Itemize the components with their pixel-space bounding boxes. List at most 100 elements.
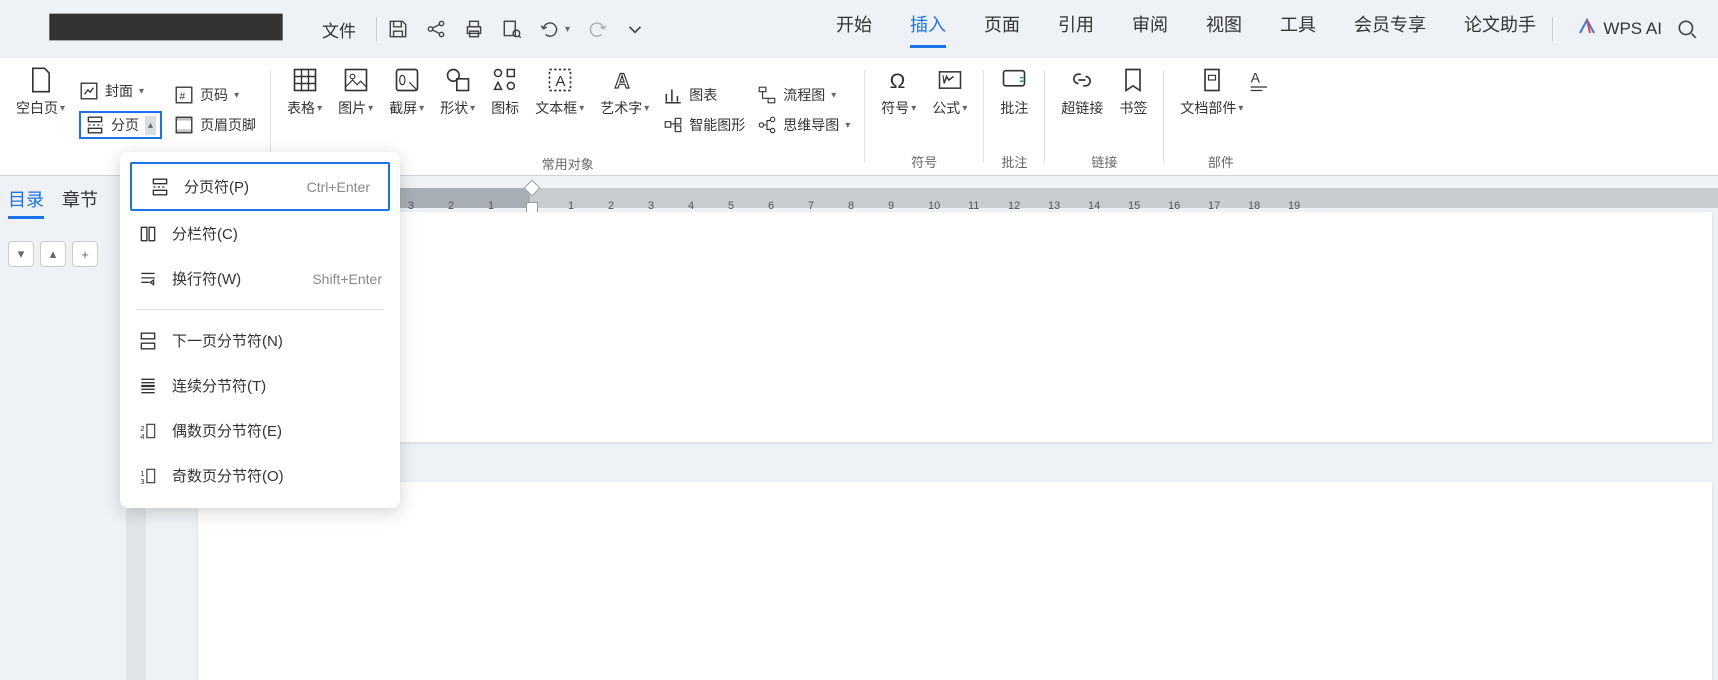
ribbon-tabs: 开始 插入 页面 引用 审阅 视图 工具 会员专享 论文助手	[836, 11, 1536, 48]
undo-icon	[539, 18, 561, 40]
formula-button[interactable]: 公式▾	[924, 66, 975, 118]
textbox-icon: A	[546, 66, 574, 94]
cover-page-icon	[79, 81, 99, 101]
tab-insert[interactable]: 插入	[910, 11, 946, 48]
chart-icon	[663, 85, 683, 105]
hyperlink-icon	[1068, 66, 1096, 94]
redo-icon[interactable]	[586, 18, 608, 40]
comment-label: 批注	[1000, 98, 1028, 118]
tab-page[interactable]: 页面	[984, 11, 1020, 48]
line-break-icon	[138, 269, 158, 289]
dd-item-odd-section[interactable]: 13奇数页分节符(O)	[120, 453, 400, 498]
dd-item-line-break[interactable]: 换行符(W) Shift+Enter	[120, 256, 400, 301]
wps-ai-button[interactable]: WPS AI	[1577, 17, 1662, 42]
blank-page-icon	[27, 66, 55, 94]
dd-item-column-break[interactable]: 分栏符(C)	[120, 211, 400, 256]
page-number-button[interactable]: # 页码▾	[174, 85, 256, 105]
image-icon	[342, 66, 370, 94]
side-tab-toc[interactable]: 目录	[8, 186, 44, 219]
tab-member[interactable]: 会员专享	[1354, 11, 1426, 48]
tab-thesis[interactable]: 论文助手	[1464, 11, 1536, 48]
share-icon[interactable]	[425, 18, 447, 40]
save-icon[interactable]	[387, 18, 409, 40]
dd-label: 奇数页分节符(O)	[172, 465, 284, 486]
search-icon[interactable]	[1676, 18, 1698, 40]
chart-label: 图表	[689, 85, 717, 105]
expand-down-button[interactable]: ▾	[8, 241, 34, 267]
tab-tools[interactable]: 工具	[1280, 11, 1316, 48]
formula-icon	[936, 66, 964, 94]
doc-parts-button[interactable]: 文档部件▾	[1172, 66, 1251, 118]
bookmark-button[interactable]: 书签	[1111, 66, 1155, 118]
svg-text:Ω: Ω	[889, 70, 905, 93]
icon-button[interactable]: 图标	[483, 66, 527, 118]
header-footer-button[interactable]: 页眉页脚	[174, 115, 256, 135]
ribbon-group-symbols: Ω符号▾ 公式▾ 符号	[865, 58, 983, 175]
group-label-links: 链接	[1091, 152, 1117, 175]
dd-label: 下一页分节符(N)	[172, 330, 283, 351]
shape-button[interactable]: 形状▾	[432, 66, 483, 118]
undo-button[interactable]: ▾	[539, 18, 570, 40]
table-label: 表格	[287, 98, 315, 118]
mindmap-button[interactable]: 思维导图▾	[757, 115, 850, 135]
side-tab-chapter[interactable]: 章节	[62, 186, 98, 216]
tab-view[interactable]: 视图	[1206, 11, 1242, 48]
table-button[interactable]: 表格▾	[279, 66, 330, 118]
svg-text:A: A	[1251, 69, 1261, 85]
shape-label: 形状	[440, 98, 468, 118]
comment-button[interactable]: 批注	[992, 66, 1036, 118]
bookmark-icon	[1119, 66, 1147, 94]
hyperlink-button[interactable]: 超链接	[1053, 66, 1111, 118]
print-preview-icon[interactable]	[501, 18, 523, 40]
screenshot-button[interactable]: 截屏▾	[381, 66, 432, 118]
next-page-section-icon	[138, 331, 158, 351]
dd-item-continuous-section[interactable]: 连续分节符(T)	[120, 363, 400, 408]
blank-page-label: 空白页	[16, 98, 58, 118]
screenshot-label: 截屏	[389, 98, 417, 118]
symbol-button[interactable]: Ω符号▾	[873, 66, 924, 118]
flowchart-button[interactable]: 流程图▾	[757, 85, 850, 105]
dd-item-page-break[interactable]: 分页符(P) Ctrl+Enter	[130, 162, 390, 211]
chevron-down-icon: ▾	[234, 90, 239, 101]
tab-reference[interactable]: 引用	[1058, 11, 1094, 48]
page-break-button[interactable]: 分页 ▴	[79, 111, 162, 139]
document-page-1[interactable]	[198, 212, 1712, 442]
document-page-2[interactable]	[198, 482, 1712, 680]
flowchart-label: 流程图	[783, 85, 825, 105]
smart-graphic-button[interactable]: 智能图形	[663, 115, 745, 135]
cover-page-button[interactable]: 封面▾	[79, 81, 162, 101]
tab-start[interactable]: 开始	[836, 11, 872, 48]
svg-text:A: A	[614, 70, 629, 93]
print-icon[interactable]	[463, 18, 485, 40]
tab-review[interactable]: 审阅	[1132, 11, 1168, 48]
dd-item-even-section[interactable]: 24 偶数页分节符(E)	[120, 408, 400, 453]
text-align-icon[interactable]: A	[1251, 66, 1269, 94]
doc-parts-label: 文档部件	[1180, 98, 1236, 118]
column-break-icon	[138, 224, 158, 244]
more-chevron-icon[interactable]	[624, 18, 646, 40]
svg-text:4: 4	[140, 431, 145, 440]
image-button[interactable]: 图片▾	[330, 66, 381, 118]
continuous-section-icon	[138, 376, 158, 396]
group-label-comments: 批注	[1001, 152, 1027, 175]
ruler-horizontal[interactable]: 8765432112345678910111213141516171819	[198, 188, 1718, 208]
svg-text:A: A	[555, 73, 566, 90]
collapse-up-button[interactable]: ▴	[40, 241, 66, 267]
dd-shortcut: Ctrl+Enter	[307, 179, 370, 195]
bookmark-label: 书签	[1119, 98, 1147, 118]
add-button[interactable]: +	[72, 241, 98, 267]
wordart-icon: A	[611, 66, 639, 94]
wps-ai-label: WPS AI	[1603, 19, 1662, 39]
screenshot-icon	[393, 66, 421, 94]
even-section-icon: 24	[138, 421, 158, 441]
blank-page-button[interactable]: 空白页▾	[8, 66, 73, 118]
image-label: 图片	[338, 98, 366, 118]
shape-icon	[444, 66, 472, 94]
wordart-button[interactable]: A艺术字▾	[592, 66, 657, 118]
textbox-button[interactable]: A文本框▾	[527, 66, 592, 118]
dd-item-next-page-section[interactable]: 下一页分节符(N)	[120, 318, 400, 363]
chart-button[interactable]: 图表	[663, 85, 745, 105]
comment-icon	[1000, 66, 1028, 94]
dd-label: 偶数页分节符(E)	[172, 420, 282, 441]
dd-label: 分页符(P)	[184, 176, 249, 197]
